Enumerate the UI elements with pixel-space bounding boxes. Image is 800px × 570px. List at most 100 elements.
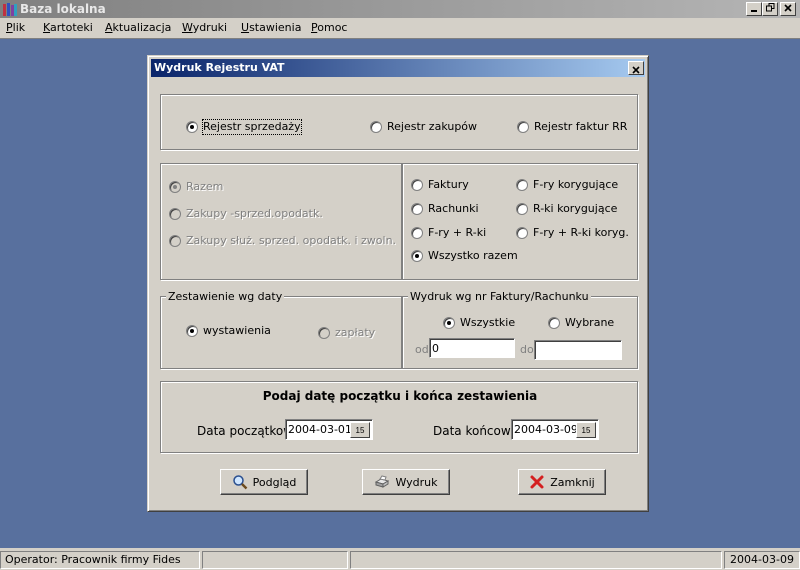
date-range-heading: Podaj datę początku i końca zestawienia [262, 389, 538, 403]
radio-zaplaty[interactable]: zapłaty [318, 326, 375, 340]
radio-label: F-ry korygujące [533, 178, 619, 191]
number-to-input[interactable] [534, 340, 622, 360]
preview-button[interactable]: Podgląd [220, 469, 308, 495]
dialog-close-button[interactable] [628, 61, 644, 75]
radio-fry-rki-koryg[interactable]: F-ry + R-ki koryg. [516, 226, 629, 240]
radio-label: R-ki korygujące [533, 202, 618, 215]
close-button[interactable] [780, 2, 796, 16]
magnifier-icon [232, 475, 247, 490]
menu-ustawienia[interactable]: Ustawienia [241, 21, 301, 35]
radio-wybrane[interactable]: Wybrane [548, 316, 614, 330]
radio-faktury[interactable]: Faktury [411, 178, 469, 192]
radio-indicator [516, 227, 528, 239]
menu-bar: Plik Kartoteki Aktualizacja Wydruki Usta… [0, 18, 800, 38]
radio-indicator [411, 179, 423, 191]
date-range-group: Podaj datę początku i końca zestawienia … [160, 381, 638, 453]
radio-rachunki[interactable]: Rachunki [411, 202, 479, 216]
radio-indicator [186, 325, 198, 337]
register-type-group: Rejestr sprzedaży Rejestr zakupów Rejest… [160, 94, 638, 150]
printer-icon [375, 475, 390, 488]
radio-indicator [169, 235, 181, 247]
menu-aktualizacja[interactable]: Aktualizacja [105, 21, 171, 35]
preview-label: Podgląd [252, 475, 297, 489]
red-x-icon [530, 475, 544, 489]
menu-plik[interactable]: Plik [6, 21, 25, 35]
date-grouping-legend: Zestawienie wg daty [166, 290, 285, 303]
radio-label: Wybrane [565, 316, 615, 329]
number-from-input[interactable] [429, 338, 515, 358]
minimize-icon [751, 10, 757, 12]
radio-indicator [411, 227, 423, 239]
radio-label: zapłaty [335, 326, 376, 339]
radio-zakupy-sluz[interactable]: Zakupy służ. sprzed. opodatk. i zwoln. [169, 234, 396, 248]
radio-indicator [169, 181, 181, 193]
status-panel-3 [350, 551, 722, 569]
restore-button[interactable] [762, 2, 778, 16]
radio-indicator [186, 121, 198, 133]
dialog-titlebar[interactable]: Wydruk Rejestru VAT [151, 59, 645, 77]
radio-label: Rejestr sprzedaży [202, 119, 302, 135]
minimize-button[interactable] [746, 2, 762, 16]
close-dialog-button[interactable]: Zamknij [518, 469, 606, 495]
radio-wystawienia[interactable]: wystawienia [186, 324, 271, 338]
radio-label: Rejestr zakupów [387, 120, 478, 133]
radio-rejestr-zakupow[interactable]: Rejestr zakupów [370, 120, 477, 134]
purchase-kind-group: Razem Zakupy -sprzed.opodatk. Zakupy słu… [160, 163, 402, 280]
app-books-icon [3, 3, 17, 16]
radio-indicator [443, 317, 455, 329]
radio-wszystko-razem[interactable]: Wszystko razem [411, 249, 518, 263]
radio-fry-korygujace[interactable]: F-ry korygujące [516, 178, 618, 192]
print-label: Wydruk [395, 475, 438, 489]
app-title: Baza lokalna [20, 2, 106, 16]
radio-label: F-ry + R-ki [428, 226, 487, 239]
menu-wydruki[interactable]: Wydruki [182, 21, 227, 35]
radio-indicator [411, 250, 423, 262]
menu-pomoc[interactable]: Pomoc [311, 21, 347, 35]
print-button[interactable]: Wydruk [362, 469, 450, 495]
close-icon [784, 4, 792, 12]
close-label: Zamknij [550, 475, 595, 489]
start-date-calendar-button[interactable]: 15 [350, 422, 370, 438]
close-icon [632, 66, 640, 74]
radio-indicator [169, 208, 181, 220]
radio-label: Rachunki [428, 202, 479, 215]
status-panel-2 [202, 551, 348, 569]
number-filter-group: Wydruk wg nr Faktury/Rachunku Wszystkie … [402, 290, 638, 369]
end-date-calendar-button[interactable]: 15 [576, 422, 596, 438]
end-date-value: 2004-03-09 [514, 423, 578, 436]
document-type-group: Faktury Rachunki F-ry + R-ki Wszystko ra… [402, 163, 638, 280]
radio-wszystkie[interactable]: Wszystkie [443, 316, 515, 330]
end-date-picker[interactable]: 2004-03-09 15 [511, 419, 599, 440]
radio-indicator [517, 121, 529, 133]
number-from-label: od [415, 343, 429, 356]
calendar-icon: 15 [581, 425, 591, 435]
radio-label: Zakupy -sprzed.opodatk. [186, 207, 323, 220]
radio-label: Razem [186, 180, 224, 193]
start-date-value: 2004-03-01 [288, 423, 352, 436]
number-to-label: do [520, 343, 534, 356]
menu-kartoteki[interactable]: Kartoteki [43, 21, 93, 35]
radio-label: Zakupy służ. sprzed. opodatk. i zwoln. [186, 234, 397, 247]
number-filter-legend: Wydruk wg nr Faktury/Rachunku [408, 290, 591, 303]
radio-zakupy-sprzed-opodatk[interactable]: Zakupy -sprzed.opodatk. [169, 207, 323, 221]
radio-fry-rki[interactable]: F-ry + R-ki [411, 226, 486, 240]
radio-label: Wszystkie [460, 316, 516, 329]
radio-rki-korygujace[interactable]: R-ki korygujące [516, 202, 617, 216]
start-date-picker[interactable]: 2004-03-01 15 [285, 419, 373, 440]
status-date: 2004-03-09 [724, 551, 800, 569]
radio-label: Wszystko razem [428, 249, 518, 262]
end-date-label: Data końcowa [433, 424, 519, 438]
radio-razem[interactable]: Razem [169, 180, 223, 194]
radio-label: F-ry + R-ki koryg. [533, 226, 629, 239]
status-operator: Operator: Pracownik firmy Fides [0, 551, 200, 569]
radio-indicator [516, 203, 528, 215]
radio-rejestr-sprzedazy[interactable]: Rejestr sprzedaży [186, 119, 302, 135]
app-titlebar[interactable]: Baza lokalna [0, 0, 800, 18]
radio-indicator [516, 179, 528, 191]
status-bar: Operator: Pracownik firmy Fides 2004-03-… [0, 549, 800, 570]
radio-rejestr-faktur-rr[interactable]: Rejestr faktur RR [517, 120, 627, 134]
vat-register-print-dialog: Wydruk Rejestru VAT Rejestr sprzedaży Re… [147, 55, 649, 512]
radio-label: Rejestr faktur RR [534, 120, 628, 133]
radio-indicator [411, 203, 423, 215]
date-grouping-group: Zestawienie wg daty wystawienia zapłaty [160, 290, 402, 369]
